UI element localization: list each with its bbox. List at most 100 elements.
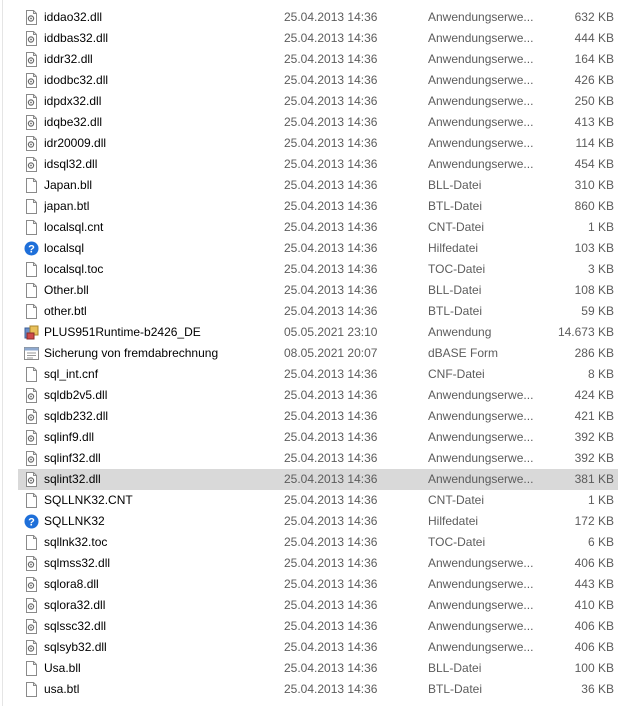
dll-file-icon [24,73,39,88]
file-row[interactable]: iddr32.dll 25.04.2013 14:36 Anwendungserwe… [18,49,618,70]
file-date: 25.04.2013 14:36 [284,661,378,675]
file-row[interactable]: sqlmss32.dll 25.04.2013 14:36 Anwendungser… [18,553,618,574]
file-date: 25.04.2013 14:36 [284,10,378,24]
file-row[interactable]: PLUS951Runtime-b2426_DE 05.05.2021 23:10 A… [18,322,618,343]
file-row[interactable]: iddbas32.dll 25.04.2013 14:36 Anwendungser… [18,28,618,49]
file-date: 25.04.2013 14:36 [284,409,378,423]
file-date: 25.04.2013 14:36 [284,472,378,486]
blank-file-icon [24,199,39,214]
dll-file-icon [24,10,39,25]
file-row[interactable]: sql_int.cnf 25.04.2013 14:36 CNF-Datei 8 KB [18,364,618,385]
file-date: 25.04.2013 14:36 [284,73,378,87]
file-row[interactable]: ? localsql 25.04.2013 14:36 Hilfedatei 103 K… [18,238,618,259]
file-date: 25.04.2013 14:36 [284,493,378,507]
file-row[interactable]: sqlinf32.dll 25.04.2013 14:36 Anwendungser… [18,448,618,469]
file-row[interactable]: sqlsyb32.dll 25.04.2013 14:36 Anwendungser… [18,637,618,658]
blank-file-icon [24,661,39,676]
file-row[interactable]: japan.btl 25.04.2013 14:36 BTL-Datei 860 KB [18,196,618,217]
file-date: 25.04.2013 14:36 [284,52,378,66]
file-size: 424 KB [574,388,614,402]
file-size: 100 KB [574,661,614,675]
dll-file-icon [24,451,39,466]
file-size: 381 KB [574,472,614,486]
dll-file-icon [24,619,39,634]
file-row[interactable]: sqlint32.dll 25.04.2013 14:36 Anwendungser… [18,469,618,490]
file-date: 25.04.2013 14:36 [284,178,378,192]
file-row[interactable]: localsql.cnt 25.04.2013 14:36 CNT-Datei 1 K… [18,217,618,238]
svg-text:?: ? [28,517,35,529]
file-row[interactable]: iddao32.dll 25.04.2013 14:36 Anwendungserw… [18,7,618,28]
file-date: 25.04.2013 14:36 [284,598,378,612]
file-row[interactable]: Usa.bll 25.04.2013 14:36 BLL-Datei 100 KB [18,658,618,679]
file-row[interactable]: sqllnk32.toc 25.04.2013 14:36 TOC-Datei 6 K… [18,532,618,553]
file-row[interactable]: Other.bll 25.04.2013 14:36 BLL-Datei 108 KB [18,280,618,301]
file-name: iddr32.dll [44,52,93,66]
file-name: sqlsyb32.dll [44,640,107,654]
file-date: 25.04.2013 14:36 [284,388,378,402]
file-row[interactable]: other.btl 25.04.2013 14:36 BTL-Datei 59 KB [18,301,618,322]
file-name: Other.bll [44,283,89,297]
file-size: 392 KB [574,430,614,444]
file-row[interactable]: idsql32.dll 25.04.2013 14:36 Anwendungserw… [18,154,618,175]
file-size: 164 KB [574,52,614,66]
file-row[interactable]: sqlora8.dll 25.04.2013 14:36 Anwendungserw… [18,574,618,595]
file-date: 25.04.2013 14:36 [284,136,378,150]
dll-file-icon [24,640,39,655]
file-row[interactable]: SQLLNK32.CNT 25.04.2013 14:36 CNT-Datei 1 K… [18,490,618,511]
file-name: iddao32.dll [44,10,103,24]
file-row[interactable]: idodbc32.dll 25.04.2013 14:36 Anwendungser… [18,70,618,91]
file-size: 103 KB [574,241,614,255]
file-size: 454 KB [574,157,614,171]
file-date: 25.04.2013 14:36 [284,451,378,465]
file-row[interactable]: Sicherung von fremdabrechnung 08.05.2021 … [18,343,618,364]
file-row[interactable]: idqbe32.dll 25.04.2013 14:36 Anwendungserw… [18,112,618,133]
file-name: Usa.bll [44,661,81,675]
file-size: 310 KB [574,178,614,192]
file-name: iddbas32.dll [44,31,109,45]
file-name: idsql32.dll [44,157,98,171]
file-date: 25.04.2013 14:36 [284,262,378,276]
file-row[interactable]: ? SQLLNK32 25.04.2013 14:36 Hilfedatei 172 K… [18,511,618,532]
file-name: localsql.cnt [44,220,104,234]
file-size: 860 KB [574,199,614,213]
dll-file-icon [24,157,39,172]
dll-file-icon [24,472,39,487]
file-row[interactable]: Japan.bll 25.04.2013 14:36 BLL-Datei 310 KB [18,175,618,196]
file-date: 25.04.2013 14:36 [284,199,378,213]
blank-file-icon [24,178,39,193]
file-row[interactable]: sqldb2v5.dll 25.04.2013 14:36 Anwendungser… [18,385,618,406]
file-name: sqlssc32.dll [44,619,107,633]
help-file-icon: ? [24,241,39,256]
file-row[interactable]: usa.btl 25.04.2013 14:36 BTL-Datei 36 KB [18,679,618,700]
file-date: 25.04.2013 14:36 [284,619,378,633]
file-name: sqlinf32.dll [44,451,101,465]
file-row[interactable]: sqlora32.dll 25.04.2013 14:36 Anwendungser… [18,595,618,616]
file-size: 392 KB [574,451,614,465]
file-row[interactable]: idpdx32.dll 25.04.2013 14:36 Anwendungserw… [18,91,618,112]
file-size: 421 KB [574,409,614,423]
file-date: 25.04.2013 14:36 [284,367,378,381]
dll-file-icon [24,115,39,130]
file-name: sqldb2v5.dll [44,388,108,402]
file-size: 36 KB [581,682,614,696]
help-file-icon: ? [24,514,39,529]
file-name: Japan.bll [44,178,93,192]
file-size: 1 KB [587,220,614,234]
file-name: localsql.toc [44,262,104,276]
file-size: 14.673 KB [557,325,614,339]
dll-file-icon [24,94,39,109]
file-row[interactable]: sqldb232.dll 25.04.2013 14:36 Anwendungser… [18,406,618,427]
file-row[interactable]: sqlssc32.dll 25.04.2013 14:36 Anwendungser… [18,616,618,637]
file-name: sqlint32.dll [44,472,101,486]
file-date: 25.04.2013 14:36 [284,535,378,549]
file-name: localsql [44,241,85,255]
dll-file-icon [24,598,39,613]
file-row[interactable]: idr20009.dll 25.04.2013 14:36 Anwendungser… [18,133,618,154]
file-row[interactable]: localsql.toc 25.04.2013 14:36 TOC-Datei 3 K… [18,259,618,280]
dll-file-icon [24,577,39,592]
file-row[interactable]: sqlinf9.dll 25.04.2013 14:36 Anwendungserw… [18,427,618,448]
file-name: Sicherung von fremdabrechnung [44,346,219,360]
file-size: 286 KB [574,346,614,360]
dll-file-icon [24,430,39,445]
file-date: 25.04.2013 14:36 [284,577,378,591]
